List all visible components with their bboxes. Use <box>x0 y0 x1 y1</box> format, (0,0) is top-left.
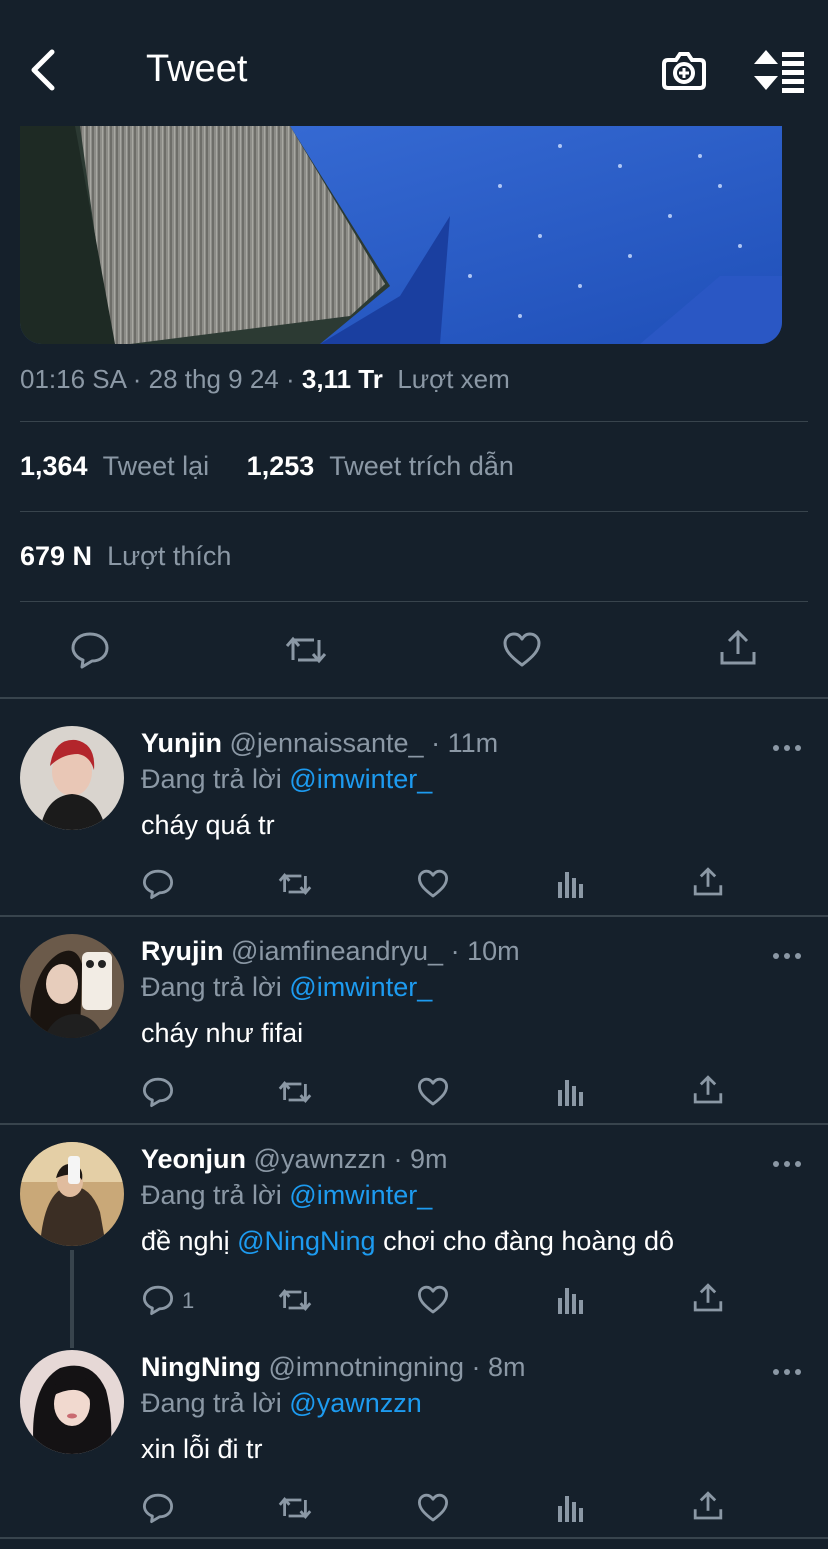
tweet-time: 01:16 SA <box>20 364 126 394</box>
reply-icon[interactable] <box>70 630 110 670</box>
views-label: Lượt xem <box>397 364 510 394</box>
replying-label: Đang trả lời <box>141 1388 282 1418</box>
replying-to: Đang trả lời @imwinter_ <box>141 972 432 1003</box>
replying-label: Đang trả lời <box>141 1180 282 1210</box>
retweets-label: Tweet lại <box>102 451 210 481</box>
reply-text: đề nghị @NingNing chơi cho đàng hoàng dô <box>141 1226 674 1257</box>
share-icon[interactable] <box>692 866 724 898</box>
divider <box>20 421 808 422</box>
replying-label: Đang trả lời <box>141 764 282 794</box>
retweet-icon[interactable] <box>284 630 328 670</box>
share-icon[interactable] <box>692 1490 724 1522</box>
divider <box>20 511 808 512</box>
like-heart-icon[interactable] <box>417 1284 449 1316</box>
author-handle[interactable]: @imnotningning <box>269 1352 465 1382</box>
reply-time: 8m <box>488 1352 526 1382</box>
retweets-count: 1,364 <box>20 451 88 481</box>
tweet-date: 28 thg 9 24 <box>148 364 279 394</box>
tweet-image[interactable] <box>20 126 782 344</box>
page-title: Tweet <box>146 48 248 90</box>
avatar[interactable] <box>20 1350 124 1454</box>
mention-link[interactable]: @yawnzzn <box>289 1388 421 1418</box>
retweet-icon[interactable] <box>277 1492 313 1524</box>
reply-tweet[interactable]: Ryujin @iamfineandryu_ · 10m Đang trả lờ… <box>0 906 828 1124</box>
mention-link[interactable]: @imwinter_ <box>289 1180 432 1210</box>
author-handle[interactable]: @jennaissante_ <box>230 728 424 758</box>
replying-to: Đang trả lời @imwinter_ <box>141 1180 432 1211</box>
top-bar: Tweet <box>0 0 828 126</box>
author-handle[interactable]: @iamfineandryu_ <box>231 936 443 966</box>
like-heart-icon[interactable] <box>417 1492 449 1524</box>
analytics-icon[interactable] <box>556 1076 586 1108</box>
sort-order-icon[interactable] <box>752 46 808 94</box>
quotes-label: Tweet trích dẫn <box>329 451 514 481</box>
mention-link[interactable]: @imwinter_ <box>289 764 432 794</box>
share-icon[interactable] <box>692 1074 724 1106</box>
retweet-icon[interactable] <box>277 1076 313 1108</box>
divider <box>0 1537 828 1539</box>
like-heart-icon[interactable] <box>417 868 449 900</box>
avatar[interactable] <box>20 934 124 1038</box>
author-name[interactable]: Yeonjun <box>141 1144 246 1174</box>
reply-count: 1 <box>182 1288 195 1313</box>
reply-time: 11m <box>447 728 499 758</box>
like-heart-icon[interactable] <box>417 1076 449 1108</box>
more-options-icon[interactable] <box>772 1156 802 1167</box>
avatar[interactable] <box>20 1142 124 1246</box>
reply-author: NingNing @imnotningning · 8m <box>141 1352 526 1382</box>
like-heart-icon[interactable] <box>502 630 542 670</box>
reply-tweet[interactable]: Yeonjun @yawnzzn · 9m Đang trả lời @imwi… <box>0 1114 828 1332</box>
replying-to: Đang trả lời @yawnzzn <box>141 1388 422 1419</box>
reply-icon[interactable] <box>142 1492 174 1524</box>
reply-icon[interactable] <box>142 1076 174 1108</box>
likes-count: 679 N <box>20 541 93 571</box>
more-options-icon[interactable] <box>772 948 802 959</box>
likes-label: Lượt thích <box>107 541 232 571</box>
more-options-icon[interactable] <box>772 1364 802 1375</box>
retweet-stats[interactable]: 1,364 Tweet lại 1,253 Tweet trích dẫn <box>20 451 514 482</box>
reply-text-end: chơi cho đàng hoàng dô <box>383 1226 675 1256</box>
mention-link[interactable]: @imwinter_ <box>289 972 432 1002</box>
reply-text-start: đề nghị <box>141 1226 230 1256</box>
reply-text: cháy quá tr <box>141 810 275 840</box>
replying-label: Đang trả lời <box>141 972 282 1002</box>
reply-tweet[interactable]: Yunjin @jennaissante_ · 11m Đang trả lời… <box>0 698 828 916</box>
avatar[interactable] <box>20 726 124 830</box>
reply-time: 10m <box>467 936 520 966</box>
author-name[interactable]: Yunjin <box>141 728 222 758</box>
divider <box>20 601 808 602</box>
share-icon[interactable] <box>692 1282 724 1314</box>
retweet-icon[interactable] <box>277 868 313 900</box>
author-name[interactable]: NingNing <box>141 1352 261 1382</box>
author-handle[interactable]: @yawnzzn <box>254 1144 386 1174</box>
analytics-icon[interactable] <box>556 1492 586 1524</box>
reply-text: cháy như fifai <box>141 1018 304 1048</box>
tweet-timestamp: 01:16 SA · 28 thg 9 24 · 3,11 Tr Lượt xe… <box>20 364 510 394</box>
reply-icon[interactable] <box>142 1284 174 1316</box>
more-options-icon[interactable] <box>772 740 802 751</box>
quotes-count: 1,253 <box>246 451 315 481</box>
views-count: 3,11 Tr <box>301 364 383 394</box>
analytics-icon[interactable] <box>556 868 586 900</box>
replying-to: Đang trả lời @imwinter_ <box>141 764 432 795</box>
reply-author: Ryujin @iamfineandryu_ · 10m <box>141 936 520 966</box>
reply-tweet[interactable]: NingNing @imnotningning · 8m Đang trả lờ… <box>0 1322 828 1540</box>
back-chevron-icon[interactable] <box>22 46 66 94</box>
reply-author: Yeonjun @yawnzzn · 9m <box>141 1144 448 1174</box>
reply-text: xin lỗi đi tr <box>141 1434 263 1464</box>
camera-plus-icon[interactable] <box>660 46 708 94</box>
likes-stats[interactable]: 679 N Lượt thích <box>20 541 231 572</box>
reply-time: 9m <box>410 1144 448 1174</box>
author-name[interactable]: Ryujin <box>141 936 224 966</box>
retweet-icon[interactable] <box>277 1284 313 1316</box>
reply-author: Yunjin @jennaissante_ · 11m <box>141 728 499 758</box>
analytics-icon[interactable] <box>556 1284 586 1316</box>
mention-link[interactable]: @NingNing <box>237 1226 375 1256</box>
tweet-detail-screen: Tweet 01:16 SA · 28 thg 9 24 · 3,11 Tr L… <box>0 0 828 1549</box>
share-icon[interactable] <box>718 628 758 668</box>
reply-icon[interactable] <box>142 868 174 900</box>
